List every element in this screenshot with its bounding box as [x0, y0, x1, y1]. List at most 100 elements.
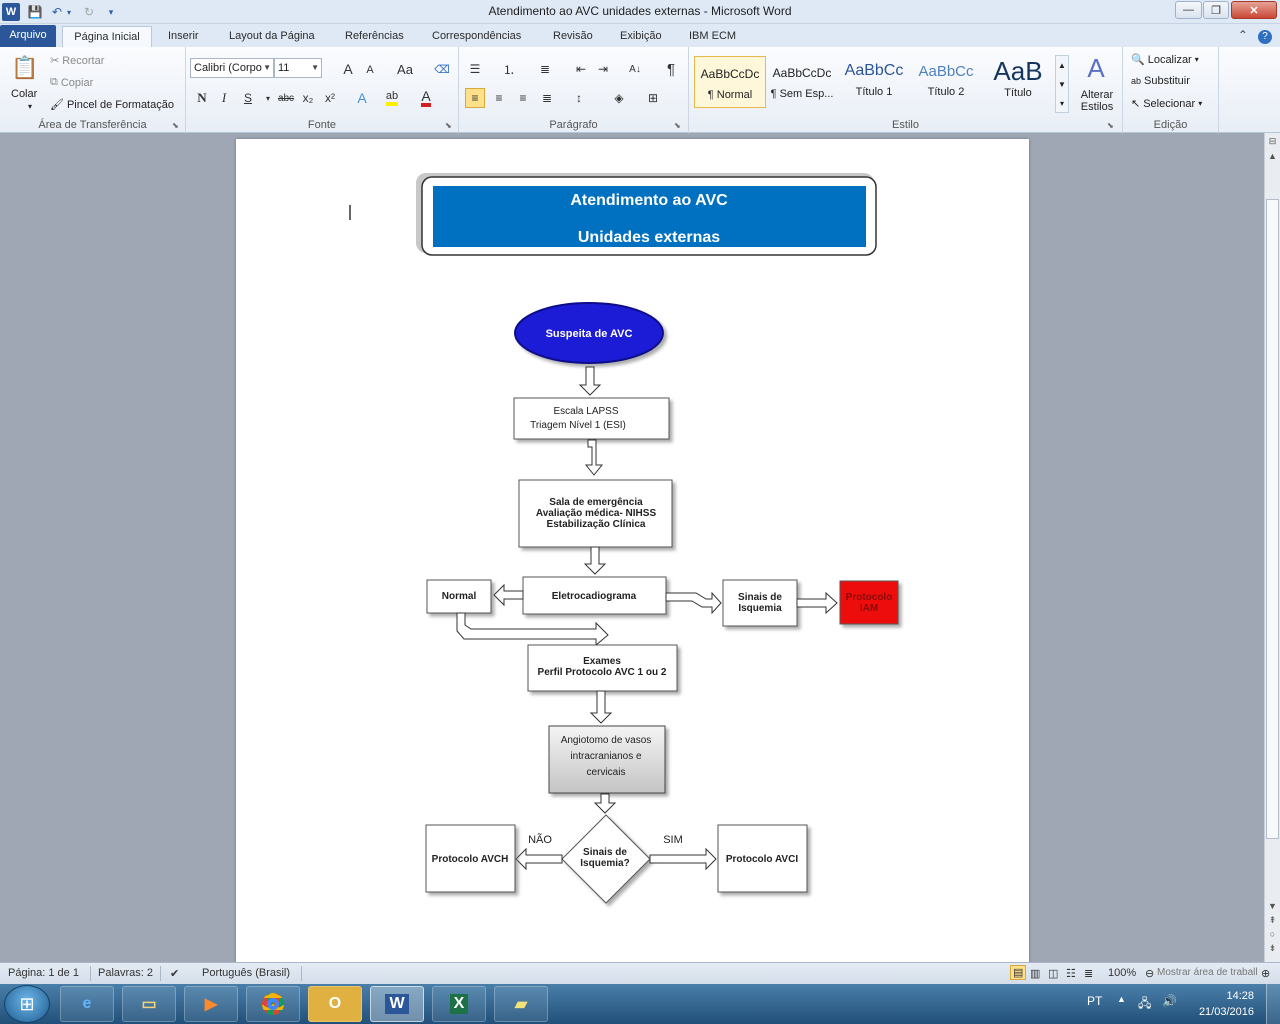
justify-button[interactable]: ≣: [537, 88, 557, 108]
increase-indent-icon[interactable]: ⇥: [593, 59, 613, 79]
scroll-up-icon[interactable]: ▲: [1265, 151, 1280, 161]
borders-icon[interactable]: ⊞: [643, 88, 663, 108]
bullets-icon[interactable]: ☰: [465, 59, 485, 79]
show-marks-icon[interactable]: ¶: [661, 59, 681, 79]
start-button[interactable]: ⊞: [4, 985, 50, 1023]
font-size-combo[interactable]: 11 ▼: [274, 58, 322, 78]
document-page[interactable]: Atendimento ao AVC Unidades externas Sus…: [236, 139, 1029, 962]
taskbar-internet-explorer[interactable]: e: [60, 986, 114, 1022]
grow-font-icon[interactable]: A: [338, 59, 358, 79]
clipboard-launcher-icon[interactable]: ⬊: [172, 121, 179, 130]
highlight-icon[interactable]: ab: [382, 88, 402, 108]
strikethrough-button[interactable]: abc: [274, 88, 298, 108]
multilevel-list-icon[interactable]: ≣: [535, 59, 555, 79]
align-right-button[interactable]: ≡: [513, 88, 533, 108]
draft-view-icon[interactable]: ≣: [1084, 967, 1093, 980]
language-indicator[interactable]: Português (Brasil): [202, 967, 290, 979]
styles-launcher-icon[interactable]: ⬊: [1107, 121, 1114, 130]
tab-revisao[interactable]: Revisão: [547, 26, 599, 47]
minimize-button[interactable]: —: [1175, 1, 1202, 19]
decrease-indent-icon[interactable]: ⇤: [571, 59, 591, 79]
word-count[interactable]: Palavras: 2: [98, 967, 153, 979]
tab-referencias[interactable]: Referências: [339, 26, 410, 47]
volume-icon[interactable]: 🔊: [1162, 994, 1177, 1008]
help-icon[interactable]: ?: [1258, 30, 1272, 44]
collapse-ribbon-icon[interactable]: ⌃: [1238, 28, 1248, 42]
outline-view-icon[interactable]: ☷: [1066, 967, 1076, 980]
style-sem-espacamento[interactable]: AaBbCcDc ¶ Sem Esp...: [766, 56, 838, 108]
proofing-icon[interactable]: ✔: [170, 967, 179, 980]
next-page-icon[interactable]: ⇟: [1265, 943, 1280, 954]
tab-pagina-inicial[interactable]: Página Inicial: [62, 26, 152, 47]
text-effects-icon[interactable]: A: [352, 88, 372, 108]
web-layout-view-icon[interactable]: ◫: [1048, 967, 1058, 980]
style-normal[interactable]: AaBbCcDc ¶ Normal: [694, 56, 766, 108]
format-painter-button[interactable]: 🖌 Pincel de Formatação: [50, 98, 174, 112]
zoom-in-icon[interactable]: ⊕: [1261, 967, 1270, 980]
tab-ibm-ecm[interactable]: IBM ECM: [683, 26, 742, 47]
taskbar-sticky-notes[interactable]: ▰: [494, 986, 548, 1022]
ruler-toggle-icon[interactable]: ⊟: [1265, 136, 1280, 147]
maximize-button[interactable]: ❐: [1203, 1, 1229, 19]
tab-layout-da-pagina[interactable]: Layout da Página: [223, 26, 321, 47]
paragraph-launcher-icon[interactable]: ⬊: [674, 121, 681, 130]
italic-button[interactable]: I: [214, 88, 234, 108]
tab-inserir[interactable]: Inserir: [162, 26, 205, 47]
zoom-out-icon[interactable]: ⊖: [1145, 967, 1154, 980]
bold-button[interactable]: N: [192, 88, 212, 108]
style-titulo[interactable]: AaB Título: [982, 56, 1054, 108]
shading-icon[interactable]: ◈: [609, 88, 629, 108]
numbering-icon[interactable]: ⒈: [499, 59, 519, 79]
tray-expand-icon[interactable]: ▲: [1117, 994, 1126, 1004]
zoom-level[interactable]: 100%: [1108, 967, 1136, 979]
full-screen-view-icon[interactable]: ▥: [1030, 967, 1040, 980]
document-area[interactable]: Atendimento ao AVC Unidades externas Sus…: [0, 133, 1264, 962]
style-titulo-1[interactable]: AaBbCc Título 1: [838, 56, 910, 108]
change-case-icon[interactable]: Aa: [392, 59, 418, 79]
font-name-combo[interactable]: Calibri (Corpo ▼: [190, 58, 274, 78]
line-spacing-icon[interactable]: ↕: [569, 88, 589, 108]
clock-time[interactable]: 14:28: [1226, 990, 1254, 1002]
subscript-button[interactable]: x₂: [298, 88, 318, 108]
replace-button[interactable]: ab Substituir: [1131, 75, 1190, 87]
change-styles-button[interactable]: Alterar Estilos: [1075, 89, 1119, 113]
print-layout-view-icon[interactable]: ▤: [1010, 965, 1027, 980]
clear-formatting-icon[interactable]: ⌫: [432, 59, 452, 79]
scroll-thumb[interactable]: [1266, 199, 1279, 839]
network-icon[interactable]: 🖧: [1138, 994, 1151, 1015]
tab-exibicao[interactable]: Exibição: [614, 26, 668, 47]
taskbar-outlook[interactable]: O: [308, 986, 362, 1022]
change-styles-icon[interactable]: A: [1081, 53, 1111, 83]
taskbar-chrome[interactable]: [246, 986, 300, 1022]
sort-icon[interactable]: A↓: [625, 59, 645, 79]
paste-button[interactable]: Colar: [11, 88, 37, 100]
browse-object-icon[interactable]: ○: [1265, 929, 1280, 939]
previous-page-icon[interactable]: ⇞: [1265, 915, 1280, 926]
cut-button[interactable]: ✂ Recortar: [50, 54, 104, 68]
tab-correspondencias[interactable]: Correspondências: [426, 26, 527, 47]
page-count[interactable]: Página: 1 de 1: [8, 967, 79, 979]
taskbar-word[interactable]: W: [370, 986, 424, 1022]
styles-gallery-scroll[interactable]: ▲ ▼ ▾: [1055, 55, 1069, 113]
find-button[interactable]: 🔍 Localizar ▾: [1131, 53, 1199, 67]
font-launcher-icon[interactable]: ⬊: [445, 121, 452, 130]
close-button[interactable]: ✕: [1231, 1, 1277, 19]
tab-arquivo[interactable]: Arquivo: [0, 25, 56, 47]
show-desktop-button[interactable]: [1266, 984, 1280, 1024]
copy-button[interactable]: ⧉ Copiar: [50, 76, 93, 89]
taskbar-explorer[interactable]: ▭: [122, 986, 176, 1022]
align-center-button[interactable]: ≡: [489, 88, 509, 108]
paste-dropdown-icon[interactable]: ▾: [28, 102, 32, 111]
style-titulo-2[interactable]: AaBbCc Título 2: [910, 56, 982, 108]
clock-date[interactable]: 21/03/2016: [1199, 1006, 1254, 1018]
align-left-button[interactable]: ≡: [465, 88, 485, 108]
vertical-scrollbar[interactable]: ⊟ ▲ ▼ ⇞ ○ ⇟: [1264, 133, 1280, 962]
taskbar-excel[interactable]: X: [432, 986, 486, 1022]
scroll-down-icon[interactable]: ▼: [1265, 901, 1280, 911]
shrink-font-icon[interactable]: A: [360, 60, 380, 80]
select-button[interactable]: ↖ Selecionar ▾: [1131, 97, 1202, 111]
font-color-icon[interactable]: A: [416, 88, 436, 108]
superscript-button[interactable]: x²: [320, 88, 340, 108]
input-language[interactable]: PT: [1087, 994, 1102, 1008]
taskbar-media-player[interactable]: ▶: [184, 986, 238, 1022]
